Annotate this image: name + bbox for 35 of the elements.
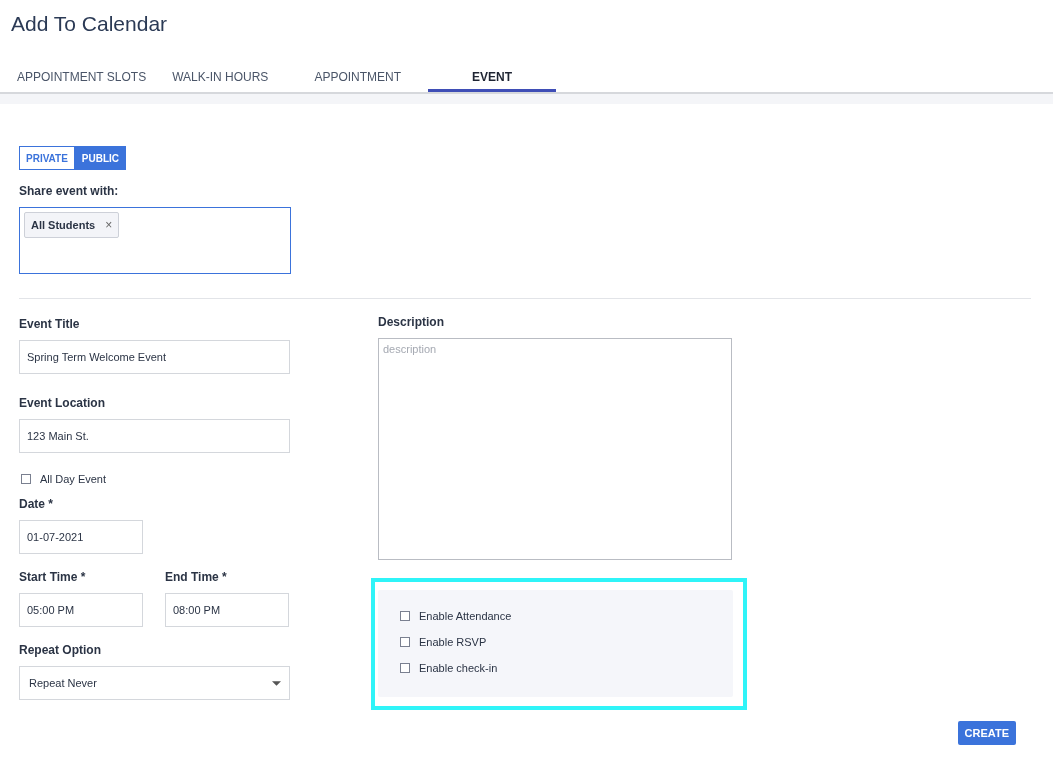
input-field[interactable]: Spring Term Welcome Event bbox=[19, 340, 290, 374]
checkbox-label: Enable check-in bbox=[419, 662, 498, 674]
field-label: Date * bbox=[19, 497, 54, 511]
time-field[interactable]: 08:00 PM bbox=[165, 593, 289, 627]
field-label: Start Time * bbox=[19, 570, 87, 584]
checkbox[interactable] bbox=[400, 663, 410, 673]
date-field[interactable]: 01-07-2021 bbox=[19, 520, 143, 554]
field-label: Event Title bbox=[19, 317, 81, 331]
page-title: Add To Calendar bbox=[10, 11, 169, 37]
description-field[interactable]: description bbox=[378, 338, 732, 560]
tab[interactable]: WALK-IN HOURS bbox=[163, 64, 278, 92]
dropdown-value: Repeat Never bbox=[29, 677, 97, 689]
create-button[interactable]: CREATE bbox=[957, 721, 1016, 745]
tab[interactable]: APPOINTMENT SLOTS bbox=[8, 64, 156, 92]
toggle-option[interactable]: PRIVATE bbox=[19, 146, 75, 170]
checkbox[interactable] bbox=[21, 474, 31, 484]
time-field[interactable]: 05:00 PM bbox=[19, 593, 143, 627]
chip-label: All Students bbox=[31, 219, 96, 231]
field-label: Description bbox=[378, 315, 445, 329]
input-field[interactable]: 123 Main St. bbox=[19, 419, 290, 453]
checkbox-label: Enable Attendance bbox=[419, 610, 512, 622]
checkbox[interactable] bbox=[400, 637, 410, 647]
share-field[interactable]: All Students × bbox=[19, 207, 291, 274]
dropdown[interactable]: Repeat Never bbox=[19, 666, 290, 700]
remove-button[interactable]: × bbox=[105, 218, 113, 232]
field-label: End Time * bbox=[165, 570, 228, 584]
tab[interactable]: APPOINTMENT bbox=[305, 64, 411, 92]
checkbox-label: All Day Event bbox=[40, 473, 107, 485]
toggle-option[interactable]: PUBLIC bbox=[74, 146, 127, 170]
checkbox-label: Enable RSVP bbox=[419, 636, 487, 648]
field-label: Event Location bbox=[19, 396, 106, 410]
checkbox[interactable] bbox=[400, 611, 410, 621]
field-label: Share event with: bbox=[19, 184, 120, 198]
field-label: Repeat Option bbox=[19, 643, 102, 657]
caret-icon bbox=[272, 680, 281, 686]
